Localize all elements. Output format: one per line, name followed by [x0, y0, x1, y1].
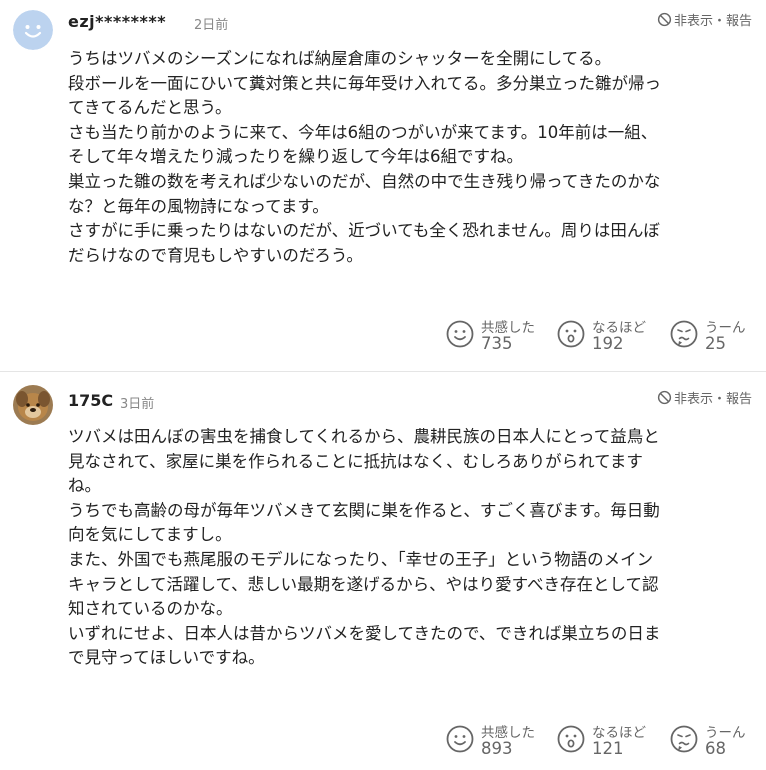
reaction-count: 25 [705, 334, 726, 353]
empathy-icon [446, 725, 474, 753]
comment-line: な？と毎年の風物詩になってます。 [68, 196, 329, 216]
reaction-label: 共感した [481, 725, 535, 741]
surprised-icon [557, 725, 585, 753]
comment-item: ezj******** 2日前 非表示・報告 うちはツバメのシーズンになれば納屋… [0, 0, 766, 371]
reaction-label: なるほど [592, 320, 646, 336]
empathy-icon [446, 320, 474, 348]
post-time: 3日前 [120, 397, 155, 412]
reaction-count: 121 [592, 739, 624, 758]
comment-line: そして年々増えたり減ったりを繰り返して今年は6組ですね。 [68, 147, 524, 167]
hide-report-label: 非表示・報告 [673, 14, 752, 29]
comment-line: さも当たり前かのように来て、今年は6組のつがいが来てます。10年前は一組、 [68, 122, 658, 142]
reaction-label: 共感した [481, 320, 535, 336]
comment-line: だらけなので育児もしやすいのだろう。 [68, 245, 363, 265]
hide-report-button[interactable]: 非表示・報告 [657, 388, 752, 407]
hmm-icon [670, 725, 698, 753]
reaction-count: 192 [592, 334, 624, 353]
reaction-bar: 共感した 893 なるほど 121 うーん 68 [446, 721, 766, 761]
hide-report-button[interactable]: 非表示・報告 [657, 10, 752, 29]
surprised-icon [557, 320, 585, 348]
reaction-count: 735 [481, 334, 513, 353]
username[interactable]: ezj******** [68, 12, 166, 31]
post-time: 2日前 [194, 18, 229, 33]
reaction-bar: 共感した 735 なるほど 192 うーん 25 [446, 316, 766, 356]
dog-photo-avatar[interactable] [13, 385, 53, 425]
comment-line: ツバメは田んぼの害虫を捕食してくれるから、農耕民族の日本人にとって益鳥と [68, 427, 660, 446]
reaction-label: うーん [705, 725, 746, 741]
comment-line: 見なされて、家屋に巣を作られることに抵抗はなく、むしろありがられてます [68, 451, 643, 471]
reaction-count: 893 [481, 739, 513, 758]
comment-line: てきてるんだと思う。 [68, 98, 232, 118]
block-icon [657, 390, 672, 405]
reaction-label: うーん [705, 320, 746, 336]
comment-body: うちはツバメのシーズンになれば納屋倉庫のシャッターを全開にしてる。 段ボールを一… [68, 47, 758, 268]
comment-line: 段ボールを一面にひいて糞対策と共に毎年受け入れてる。多分巣立った雛が帰っ [68, 73, 662, 93]
comment-line: で見守ってほしいですね。 [68, 648, 265, 668]
comment-line: 知されているのかな。 [68, 599, 233, 619]
hmm-icon [670, 320, 698, 348]
default-smile-avatar[interactable] [13, 10, 53, 50]
username[interactable]: 175C [68, 391, 113, 410]
reaction-count: 68 [705, 739, 726, 758]
comment-line: 向を気にしてますし。 [68, 525, 232, 545]
comment-line: ね。 [68, 476, 101, 496]
hide-report-label: 非表示・報告 [673, 392, 752, 407]
reaction-label: なるほど [592, 725, 646, 741]
comment-line: いずれにせよ、日本人は昔からツバメを愛してきたので、できれば巣立ちの日ま [68, 623, 661, 643]
comment-body: ツバメは田んぼの害虫を捕食してくれるから、農耕民族の日本人にとって益鳥と 見なさ… [68, 425, 758, 671]
comment-line: 巣立った雛の数を考えれば少ないのだが、自然の中で生き残り帰ってきたのかな [68, 171, 661, 191]
comment-line: さすがに手に乗ったりはないのだが、近づいても全く恐れません。周りは田んぼ [68, 221, 660, 241]
comment-line: また、外国でも燕尾服のモデルになったり、「幸せの王子」という物語のメイン [68, 549, 654, 569]
block-icon [657, 12, 672, 27]
comment-line: うちでも高齢の母が毎年ツバメきて玄関に巣を作ると、すごく喜びます。毎日動 [68, 500, 660, 520]
comment-item: 175C 3日前 非表示・報告 ツバメは田んぼの害虫を捕食してくれるから、農耕民… [0, 372, 766, 770]
comment-line: うちはツバメのシーズンになれば納屋倉庫のシャッターを全開にしてる。 [68, 49, 612, 68]
comment-line: キャラとして活躍して、悲しい最期を遂げるから、やはり愛すべき存在として認 [68, 574, 659, 594]
